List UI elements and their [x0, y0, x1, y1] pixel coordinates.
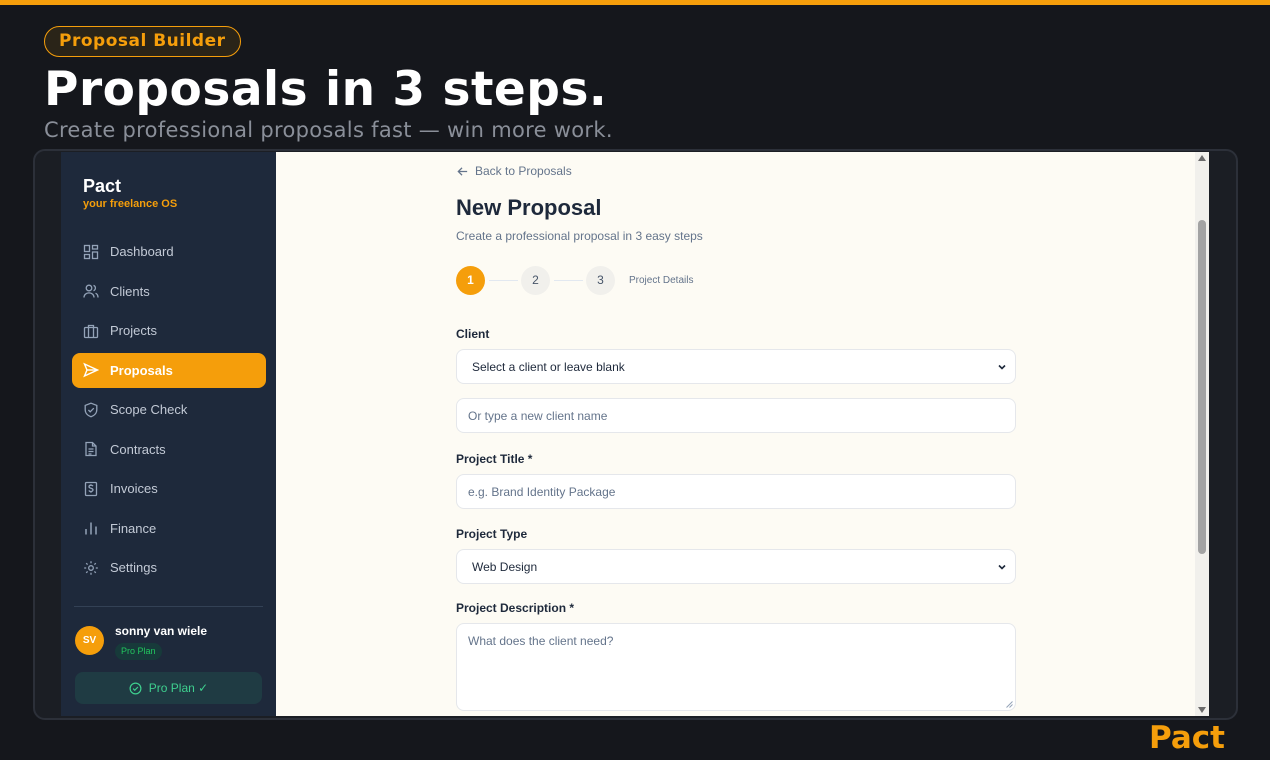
step-1[interactable]: 1: [456, 266, 485, 295]
client-select-value: Select a client or leave blank: [472, 359, 625, 374]
back-to-proposals-link[interactable]: Back to Proposals: [456, 164, 572, 178]
scroll-down-arrow-icon[interactable]: [1198, 707, 1206, 713]
sidebar-item-invoices[interactable]: Invoices: [72, 471, 266, 506]
project-type-select[interactable]: Web Design: [456, 549, 1016, 584]
pro-plan-label: Pro Plan ✓: [148, 681, 209, 695]
project-description-textarea[interactable]: What does the client need?: [456, 623, 1016, 711]
back-link-label: Back to Proposals: [475, 164, 572, 178]
sidebar-item-label: Clients: [110, 283, 150, 299]
sidebar-item-settings[interactable]: Settings: [72, 550, 266, 585]
resize-handle-icon[interactable]: [1006, 701, 1013, 708]
sidebar: Pact your freelance OS Dashboard Clients…: [61, 152, 276, 716]
bar-chart-icon: [85, 522, 97, 535]
sidebar-item-label: Invoices: [110, 481, 158, 496]
step-connector: [553, 280, 583, 281]
shield-check-icon: [84, 402, 98, 417]
app-screen: Pact your freelance OS Dashboard Clients…: [61, 152, 1209, 716]
check-circle-icon: [129, 682, 142, 694]
headline: Proposals in 3 steps.: [44, 62, 608, 117]
page-title: New Proposal: [456, 195, 602, 220]
project-description-placeholder: What does the client need?: [468, 634, 614, 648]
project-type-label: Project Type: [456, 527, 528, 541]
plan-badge: Pro Plan: [115, 643, 162, 660]
sidebar-item-contracts[interactable]: Contracts: [72, 432, 266, 467]
new-client-placeholder: Or type a new client name: [468, 408, 608, 423]
top-accent-bar: [0, 0, 1270, 5]
step-3[interactable]: 3: [586, 266, 615, 295]
app-logo[interactable]: Pact: [83, 176, 121, 197]
project-type-value: Web Design: [472, 559, 538, 574]
dashboard-icon: [83, 244, 99, 259]
project-description-label: Project Description *: [456, 601, 575, 615]
sidebar-item-proposals[interactable]: Proposals: [72, 352, 266, 388]
scroll-up-arrow-icon[interactable]: [1198, 155, 1206, 161]
briefcase-icon: [83, 324, 99, 338]
avatar[interactable]: SV: [75, 626, 104, 655]
page-description: Create a professional proposal in 3 easy…: [456, 229, 703, 243]
step-label: Project Details: [629, 275, 694, 286]
step-2[interactable]: 2: [521, 266, 550, 295]
sidebar-item-finance[interactable]: Finance: [72, 511, 266, 546]
stepper: 1 2 3 Project Details: [456, 266, 693, 295]
gear-icon: [84, 560, 98, 575]
chevron-down-icon: [998, 364, 1006, 370]
client-label: Client: [456, 327, 490, 341]
sidebar-item-clients[interactable]: Clients: [72, 274, 266, 309]
client-select[interactable]: Select a client or leave blank: [456, 349, 1016, 384]
document-icon: [85, 441, 97, 457]
section-pill: Proposal Builder: [44, 26, 241, 57]
sidebar-item-label: Projects: [110, 323, 157, 338]
chevron-down-icon: [998, 564, 1006, 570]
main-content: Back to Proposals New Proposal Create a …: [276, 152, 1209, 716]
app-tagline: your freelance OS: [83, 198, 178, 210]
receipt-dollar-icon: [84, 481, 98, 496]
sidebar-item-scope-check[interactable]: Scope Check: [72, 392, 266, 427]
sidebar-nav: Dashboard Clients Projects Proposals Sco…: [72, 234, 266, 590]
sidebar-item-dashboard[interactable]: Dashboard: [72, 234, 266, 269]
project-title-label: Project Title *: [456, 452, 533, 466]
new-client-input[interactable]: Or type a new client name: [456, 398, 1016, 433]
sidebar-item-label: Scope Check: [110, 402, 188, 417]
sidebar-item-label: Settings: [110, 560, 157, 575]
subheadline: Create professional proposals fast — win…: [44, 118, 613, 142]
project-title-placeholder: e.g. Brand Identity Package: [468, 484, 616, 499]
user-name: sonny van wiele: [115, 624, 208, 638]
step-connector: [488, 280, 518, 281]
scrollbar[interactable]: [1195, 152, 1209, 716]
project-title-input[interactable]: e.g. Brand Identity Package: [456, 474, 1016, 509]
sidebar-item-projects[interactable]: Projects: [72, 313, 266, 348]
sidebar-item-label: Finance: [110, 520, 157, 536]
sidebar-item-label: Contracts: [110, 441, 166, 457]
send-icon: [83, 362, 99, 378]
users-icon: [83, 284, 99, 298]
sidebar-divider: [74, 606, 263, 607]
arrow-left-icon: [457, 166, 468, 176]
pro-plan-button[interactable]: Pro Plan ✓: [75, 672, 262, 704]
sidebar-item-label: Dashboard: [110, 244, 174, 259]
scroll-thumb[interactable]: [1198, 220, 1206, 554]
sidebar-item-label: Proposals: [110, 362, 173, 378]
brand-wordmark: Pact: [1148, 720, 1225, 756]
